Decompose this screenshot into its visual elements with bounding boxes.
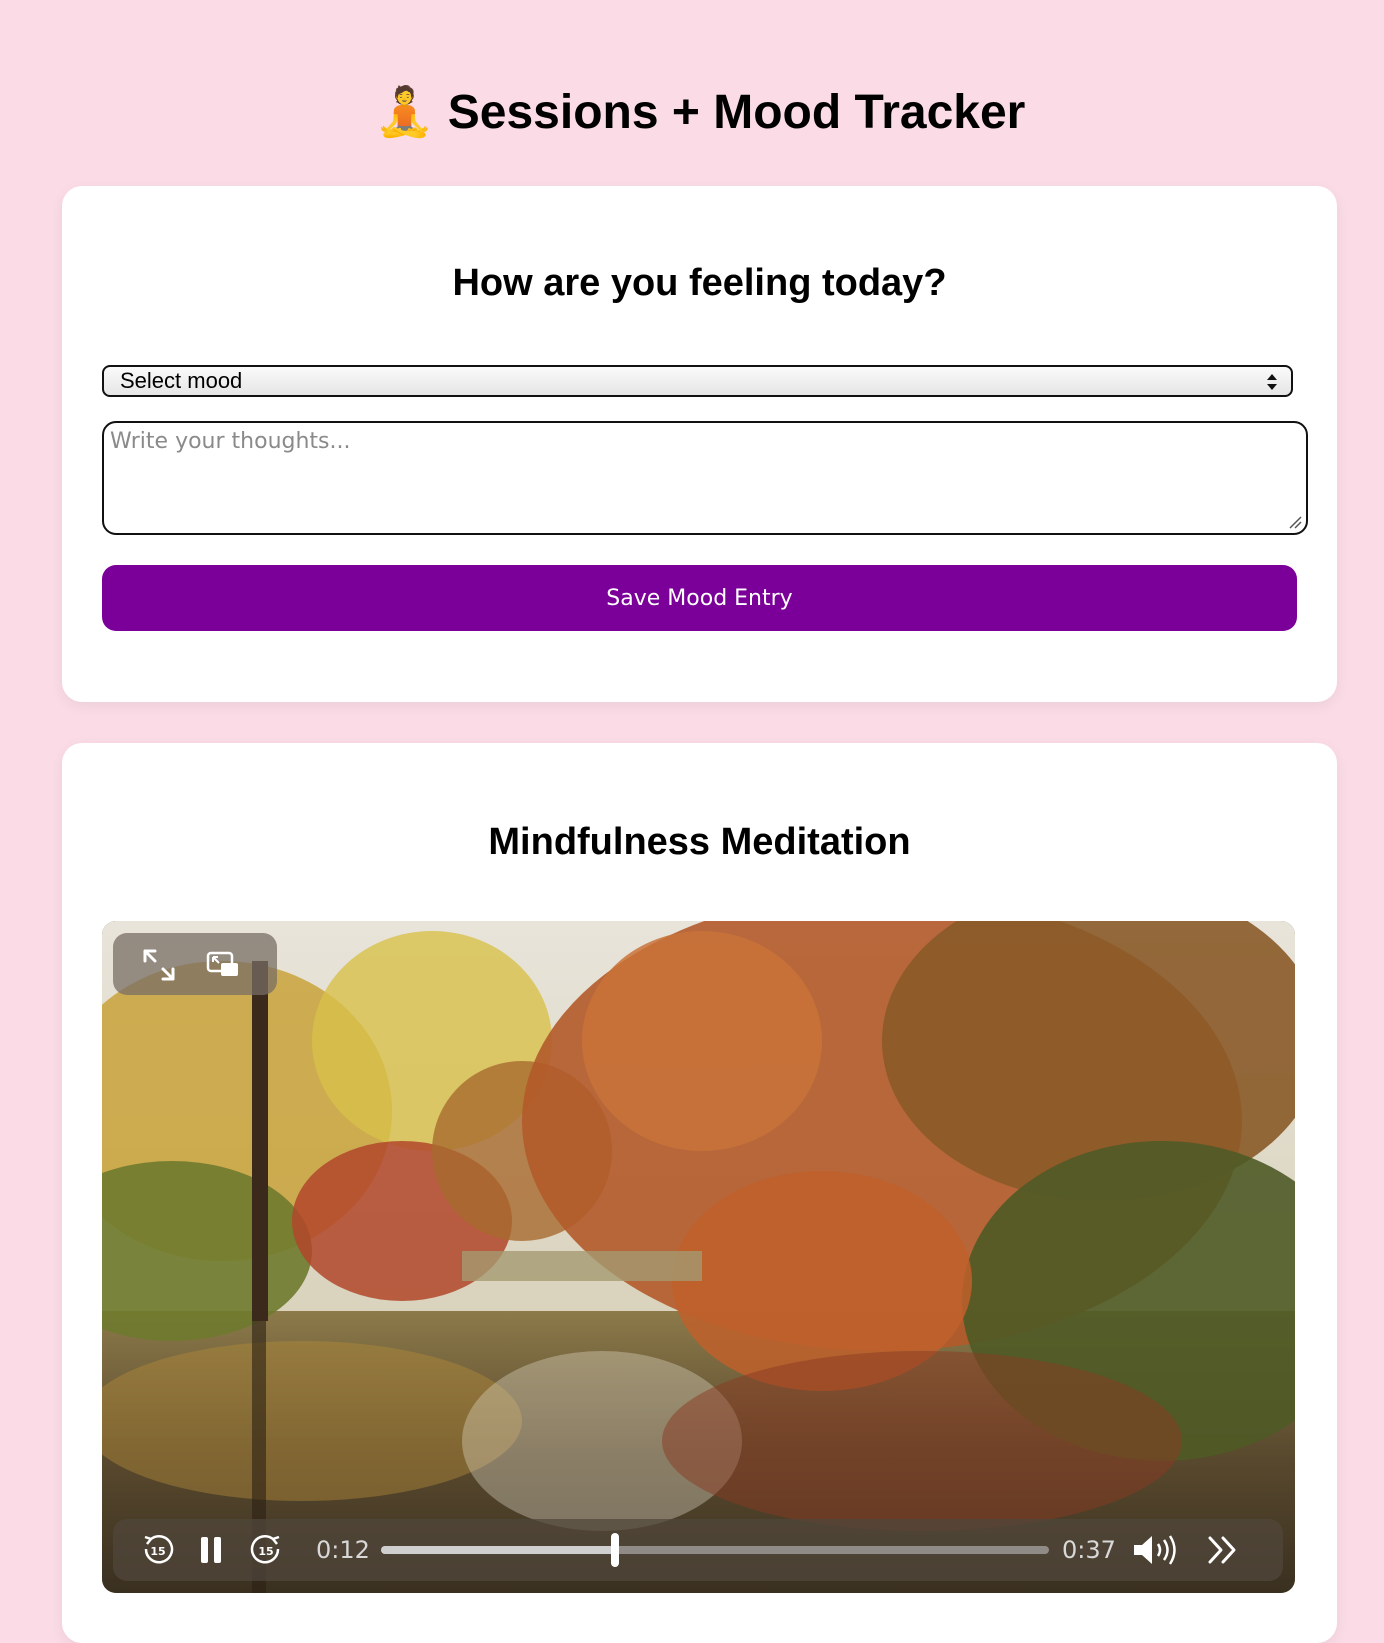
playback-speed-icon[interactable]	[1206, 1534, 1240, 1566]
skip-back-15-icon[interactable]: 15	[141, 1533, 175, 1567]
mood-tracker-card: How are you feeling today? Select mood W…	[62, 186, 1337, 702]
thoughts-placeholder: Write your thoughts...	[110, 429, 351, 454]
duration: 0:37	[1062, 1536, 1116, 1564]
mood-heading: How are you feeling today?	[452, 262, 947, 304]
select-arrows-icon	[1267, 374, 1277, 390]
video-frame	[102, 921, 1295, 1593]
meditation-video[interactable]: 15 15 0:12 0:37	[102, 921, 1295, 1593]
seek-bar-thumb[interactable]	[611, 1533, 619, 1567]
fullscreen-icon[interactable]	[141, 947, 177, 983]
save-mood-button[interactable]: Save Mood Entry	[102, 565, 1297, 631]
thoughts-textarea[interactable]: Write your thoughts...	[102, 421, 1308, 535]
current-time: 0:12	[316, 1536, 370, 1564]
meditation-heading: Mindfulness Meditation	[488, 821, 911, 863]
page-title-text: Sessions + Mood Tracker	[447, 86, 1026, 139]
picture-in-picture-icon[interactable]	[205, 947, 241, 983]
video-bottom-controls: 15 15 0:12 0:37	[113, 1519, 1283, 1581]
volume-icon[interactable]	[1132, 1533, 1180, 1567]
mood-select[interactable]: Select mood	[102, 365, 1293, 397]
svg-text:15: 15	[258, 1545, 273, 1558]
svg-text:15: 15	[150, 1545, 165, 1558]
mood-select-value: Select mood	[120, 368, 243, 393]
meditation-emoji-icon: 🧘	[374, 86, 435, 139]
skip-forward-15-icon[interactable]: 15	[249, 1533, 283, 1567]
resize-grip-icon[interactable]	[1288, 515, 1302, 529]
page-title: 🧘 Sessions + Mood Tracker	[0, 78, 1384, 148]
seek-bar[interactable]	[381, 1533, 1049, 1567]
pause-icon[interactable]	[199, 1535, 223, 1565]
seek-bar-fill	[381, 1546, 615, 1554]
video-top-controls	[113, 933, 277, 995]
meditation-card: Mindfulness Meditation 15 15 0:12 0:37	[62, 743, 1337, 1643]
